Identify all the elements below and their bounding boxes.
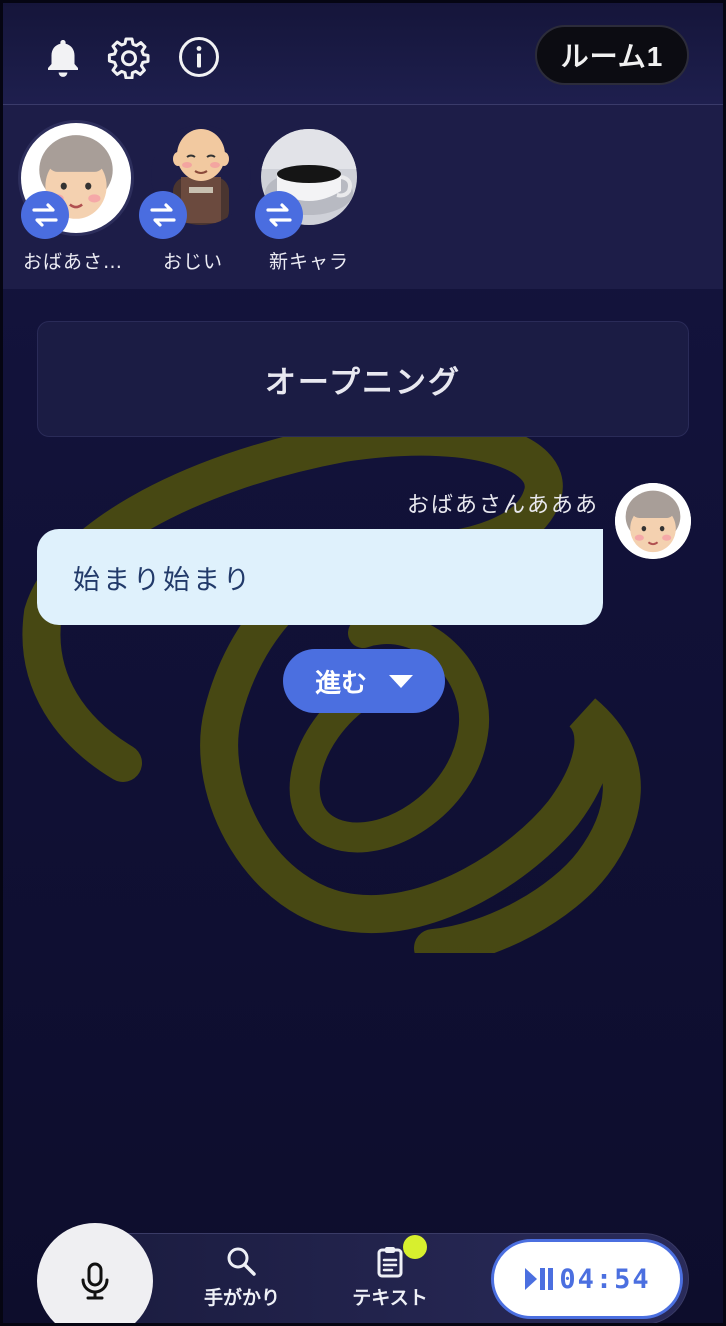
message-bubble: 始まり始まり bbox=[37, 529, 603, 625]
notification-dot bbox=[403, 1235, 427, 1259]
scene-title: オープニング bbox=[37, 321, 689, 437]
swap-icon[interactable] bbox=[139, 191, 187, 239]
clue-button[interactable]: 手がかり bbox=[187, 1245, 297, 1310]
swap-icon[interactable] bbox=[255, 191, 303, 239]
timer-value: 04:54 bbox=[559, 1263, 651, 1295]
search-icon bbox=[227, 1247, 256, 1276]
character-name: おばあさ… bbox=[22, 251, 123, 273]
bell-icon[interactable] bbox=[41, 35, 85, 79]
speaker-name: おばあさんあああ bbox=[406, 493, 599, 518]
next-button-label: 進む bbox=[314, 668, 367, 699]
clue-label: 手がかり bbox=[203, 1287, 280, 1309]
next-button[interactable]: 進む bbox=[283, 649, 445, 713]
character-name: 新キャラ bbox=[268, 251, 349, 273]
clipboard-icon bbox=[377, 1247, 403, 1278]
caret-down-icon bbox=[389, 674, 413, 688]
gear-icon[interactable] bbox=[107, 35, 151, 79]
speaker-avatar bbox=[615, 483, 691, 559]
play-pause-icon bbox=[525, 1268, 554, 1290]
text-button[interactable]: テキスト bbox=[335, 1245, 445, 1310]
character-bar: おばあさ… おじい 新キャラ bbox=[3, 105, 723, 289]
microphone-icon bbox=[81, 1262, 109, 1300]
message-text: 始まり始まり bbox=[73, 564, 253, 596]
info-icon[interactable] bbox=[177, 35, 221, 79]
room-badge[interactable]: ルーム1 bbox=[535, 25, 689, 85]
timer-button[interactable]: 04:54 bbox=[491, 1239, 683, 1319]
top-header: ルーム1 bbox=[3, 3, 723, 105]
character-name: おじい bbox=[162, 251, 223, 273]
swap-icon[interactable] bbox=[21, 191, 69, 239]
app-window: ルーム1 おばあさ… おじい 新キャラ オープニング おばあさんあああ 始まり始… bbox=[0, 0, 726, 1326]
text-label: テキスト bbox=[352, 1287, 428, 1309]
